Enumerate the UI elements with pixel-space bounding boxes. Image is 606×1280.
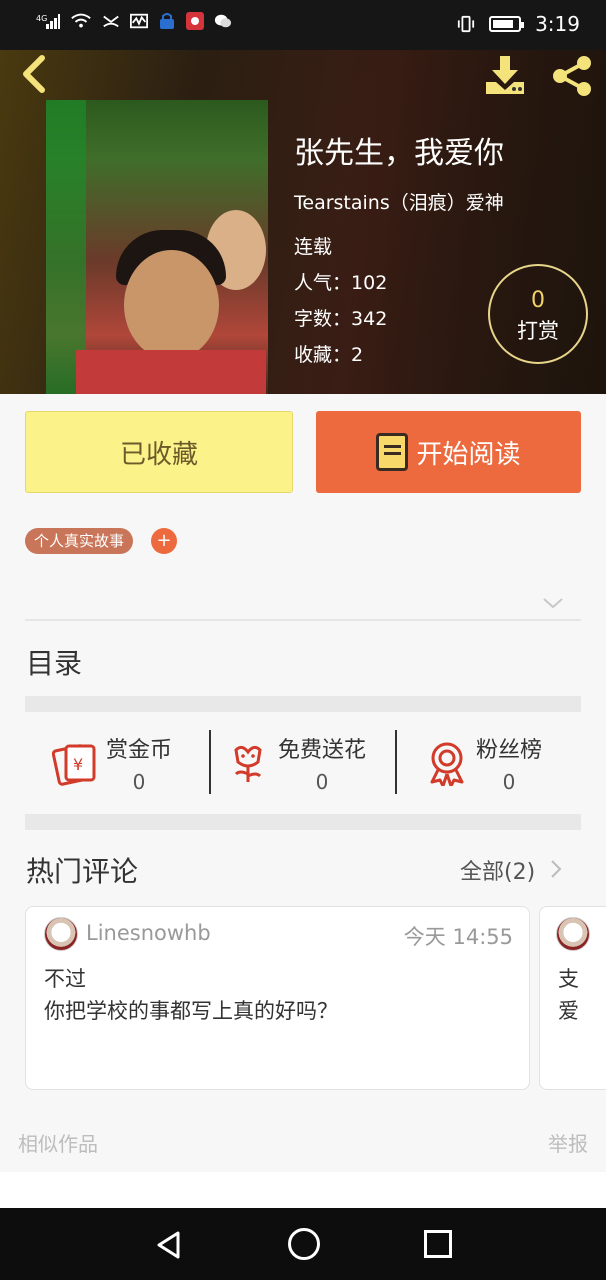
avatar[interactable] [44,917,78,951]
system-nav-bar [0,1208,606,1280]
book-title: 张先生，我爱你 [294,136,504,171]
comment-text-line: 你把学校的事都写上真的好吗？ [44,999,338,1023]
nav-back-button[interactable] [154,1230,184,1260]
battery-icon [489,16,525,32]
comment-username[interactable]: Linesnowhb [86,921,211,945]
divider [25,619,581,621]
section-separator [25,696,581,712]
tip-label: 打赏 [517,319,559,343]
start-reading-label: 开始阅读 [416,439,521,470]
comment-time: 今天 14:55 [403,925,513,949]
comment-text-line: 不过 [44,967,86,991]
book-word-count: 字数：342 [294,304,387,331]
stat-label: 粉丝榜 [476,738,543,763]
tip-count: 0 [531,288,545,313]
book-favorites: 收藏：2 [294,340,363,367]
tag-chip[interactable]: 个人真实故事 [25,528,134,554]
book-author[interactable]: Tearstains（泪痕）爱神 [294,188,504,215]
nav-home-button[interactable] [288,1228,320,1260]
bottom-spacer [0,1172,606,1208]
red-envelope-icon: ¥ [52,744,96,786]
share-button[interactable] [548,54,596,98]
flower-icon [234,745,262,782]
missed-call-icon [103,15,119,28]
medal-icon [430,742,464,786]
avatar[interactable] [556,917,590,951]
book-popularity: 人气：102 [294,268,387,295]
book-icon [376,433,409,471]
catalog-link[interactable]: 目录 [26,642,82,682]
chevron-right-icon[interactable] [548,858,564,880]
words-value: 342 [351,308,388,330]
report-link[interactable]: 举报 [548,1128,588,1157]
activity-icon [130,13,148,29]
cover-shirt [76,350,266,394]
comment-text-line: 爱 [558,999,579,1023]
comment-card[interactable]: 支 爱 [539,906,606,1090]
triangle-back-icon [157,1231,180,1259]
huawei-icon [186,12,204,30]
chevron-left-icon [23,55,45,93]
similar-works-link[interactable]: 相似作品 [18,1128,98,1157]
book-status: 连载 [294,236,333,258]
expand-chevron-icon[interactable] [542,594,564,612]
wifi-icon [71,13,91,28]
download-icon [486,56,524,94]
stat-value: 0 [132,770,146,794]
cover-person-1 [124,250,219,360]
words-label: 字数： [294,308,352,330]
signal-icon: 4G [36,14,60,29]
status-icons-left: 4G [30,12,232,30]
status-icons-right: 3:19 [457,12,580,36]
section-separator [25,814,581,830]
status-bar: 4G 3:19 [0,0,606,50]
start-reading-button[interactable]: 开始阅读 [316,411,581,493]
popularity-value: 102 [351,272,388,294]
favorited-label: 已收藏 [119,439,198,470]
favorited-button[interactable]: 已收藏 [25,411,293,493]
back-button[interactable] [16,54,52,94]
clock: 3:19 [535,12,580,36]
wechat-icon [214,14,232,28]
favorites-label: 收藏： [294,344,352,366]
stat-label: 赏金币 [106,738,173,763]
download-button[interactable] [482,54,528,98]
hot-comments-title: 热门评论 [26,855,139,888]
svg-text:¥: ¥ [73,755,83,774]
comment-card[interactable]: Linesnowhb 今天 14:55 不过 你把学校的事都写上真的好吗？ [25,906,530,1090]
battery-fill [493,20,514,28]
stat-value: 0 [502,770,516,794]
view-all-comments-link[interactable]: 全部(2) [460,854,535,886]
favorites-value: 2 [351,344,364,366]
fan-ranking-stat[interactable]: 粉丝榜 0 [426,728,542,798]
stat-divider [395,730,397,794]
nav-recents-button[interactable] [424,1230,452,1258]
share-icon [553,56,591,96]
stat-value: 0 [315,770,329,794]
stat-divider [209,730,211,794]
tip-button[interactable]: 0 打赏 [488,264,588,364]
book-cover-image[interactable] [46,100,268,394]
vibrate-icon [457,15,475,33]
free-flower-stat[interactable]: 免费送花 0 [228,728,366,798]
svg-text:4G: 4G [36,14,47,23]
comment-text-line: 支 [558,967,579,991]
lock-app-icon [160,13,174,29]
gold-coin-stat[interactable]: ¥ 赏金币 0 [52,728,172,798]
add-tag-button[interactable]: + [151,528,177,554]
popularity-label: 人气： [294,272,352,294]
stat-label: 免费送花 [278,738,367,763]
